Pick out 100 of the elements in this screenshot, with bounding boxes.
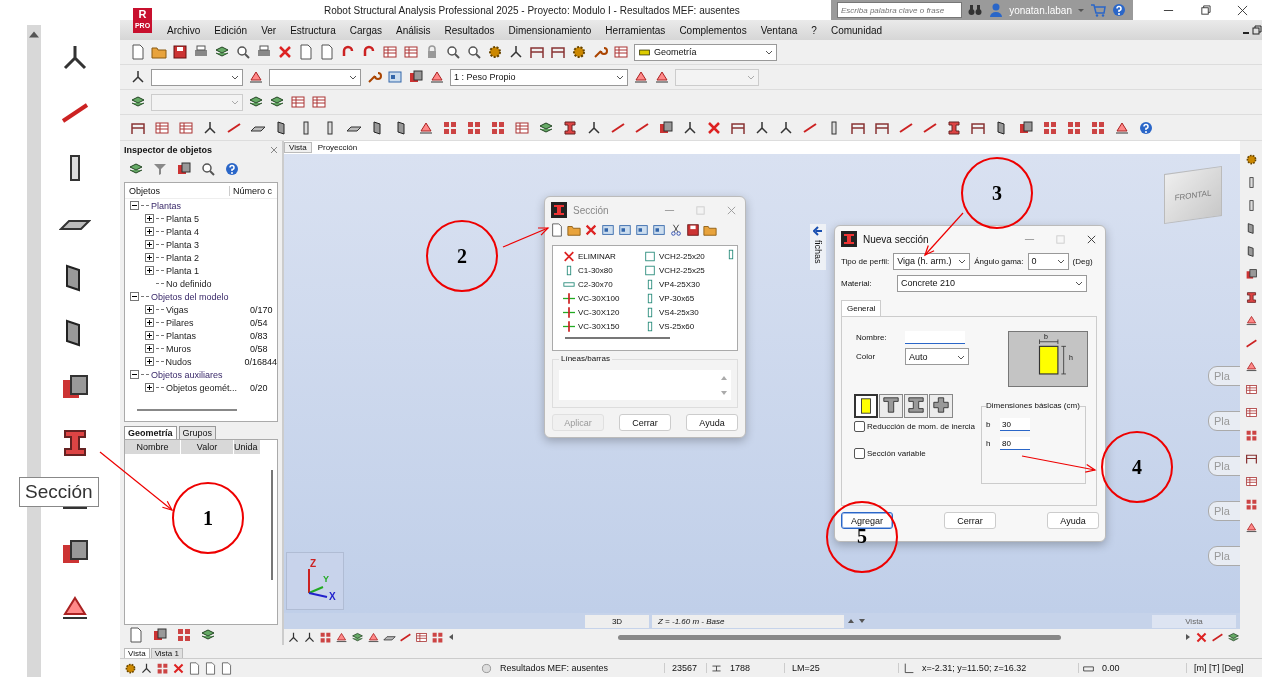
page-icon[interactable]	[188, 661, 201, 675]
frame-icon[interactable]	[529, 44, 545, 60]
scroll-right-icon[interactable]	[1184, 633, 1192, 641]
view-tab[interactable]: Proyección	[313, 143, 362, 152]
tree-item[interactable]: Planta 4	[166, 226, 250, 237]
menu-item[interactable]: ?	[804, 24, 824, 36]
help-icon[interactable]	[224, 161, 240, 177]
page-icon[interactable]	[298, 44, 314, 60]
material-select[interactable]: Concrete 210	[897, 274, 1087, 292]
table-icon[interactable]	[154, 119, 170, 136]
expand-icon[interactable]	[145, 240, 154, 249]
layers-icon[interactable]	[351, 630, 364, 644]
section-item[interactable]: VS-25x60	[659, 321, 695, 331]
checkbox-label[interactable]: Sección variable	[867, 449, 926, 458]
section-item[interactable]: C2-30x70	[578, 279, 613, 289]
section-item[interactable]: VC-30X150	[578, 321, 620, 331]
expand-icon[interactable]	[145, 214, 154, 223]
table-icon[interactable]	[1244, 475, 1258, 488]
beam-icon[interactable]	[1244, 337, 1258, 350]
section-item[interactable]: VP-30x65	[659, 293, 695, 303]
support-icon[interactable]	[633, 69, 649, 85]
folder-icon[interactable]	[567, 223, 581, 237]
magnifier-icon[interactable]	[445, 44, 461, 60]
grid-icon[interactable]	[442, 119, 458, 136]
binoculars-icon[interactable]	[967, 2, 984, 18]
scroll-left-icon[interactable]	[447, 633, 455, 641]
menu-item[interactable]: Dimensionamiento	[501, 24, 599, 36]
tree-item[interactable]: Objetos auxiliares	[151, 369, 223, 380]
tree-item[interactable]: Pilares	[166, 317, 250, 328]
ibeam-icon[interactable]	[1244, 291, 1258, 304]
close-icon[interactable]	[1086, 233, 1097, 245]
section-item[interactable]: VP4-25X30	[659, 279, 700, 289]
page-icon[interactable]	[128, 627, 144, 643]
expand-icon[interactable]	[145, 305, 154, 314]
support-icon[interactable]	[429, 69, 445, 85]
level-label[interactable]: Z = -1.60 m - Base	[652, 614, 844, 628]
page-icon[interactable]	[204, 661, 217, 675]
page-icon[interactable]	[220, 661, 233, 675]
profile-type-select[interactable]: Viga (h. arm.)	[893, 252, 971, 270]
column-header[interactable]: Objetos	[125, 185, 229, 196]
blocks-icon[interactable]	[176, 161, 192, 177]
support-icon[interactable]	[654, 69, 670, 85]
down-arrow-icon[interactable]	[858, 617, 866, 625]
node-icon[interactable]	[202, 119, 218, 136]
tree-item[interactable]: Planta 3	[166, 239, 250, 250]
scissors-icon[interactable]	[669, 223, 683, 237]
table-icon[interactable]	[290, 94, 306, 110]
menu-item[interactable]: Archivo	[160, 24, 208, 36]
blocks-icon[interactable]	[408, 69, 424, 85]
window-icon[interactable]	[601, 223, 615, 237]
blocks-icon[interactable]	[1018, 119, 1034, 136]
table-icon[interactable]	[311, 94, 327, 110]
table-icon[interactable]	[1244, 383, 1258, 396]
grid-icon[interactable]	[1244, 498, 1258, 511]
expand-icon[interactable]	[145, 383, 154, 392]
checkbox[interactable]	[854, 448, 865, 459]
scrollbar[interactable]	[271, 470, 273, 580]
name-field[interactable]	[905, 331, 965, 344]
frame-icon[interactable]	[550, 44, 566, 60]
window-icon[interactable]	[652, 223, 666, 237]
table-icon[interactable]	[1244, 406, 1258, 419]
table-icon[interactable]	[178, 119, 194, 136]
menu-item[interactable]: Complementos	[672, 24, 754, 36]
layers-icon[interactable]	[1227, 630, 1240, 644]
support-icon[interactable]	[1244, 314, 1258, 327]
scroll-up-icon[interactable]	[29, 31, 39, 38]
collapse-icon[interactable]	[130, 370, 139, 379]
panel-tab[interactable]: Grupos	[178, 426, 217, 439]
node-icon[interactable]	[682, 119, 698, 136]
menu-item[interactable]: Análisis	[389, 24, 438, 36]
tee-shape-button[interactable]	[879, 394, 903, 418]
dropdown[interactable]	[269, 68, 361, 86]
expand-icon[interactable]	[145, 227, 154, 236]
grid-icon[interactable]	[156, 661, 169, 675]
node-icon[interactable]	[287, 630, 300, 644]
column-header[interactable]: Nombre	[125, 440, 181, 454]
ibeam-icon[interactable]	[562, 119, 578, 136]
dropdown[interactable]	[151, 68, 243, 86]
table-icon[interactable]	[382, 44, 398, 60]
gear-icon[interactable]	[124, 661, 137, 675]
table-icon[interactable]	[415, 630, 428, 644]
support-icon[interactable]	[367, 630, 380, 644]
node-icon[interactable]	[778, 119, 794, 136]
menu-item[interactable]: Ver	[254, 24, 284, 36]
cross-icon[interactable]	[1195, 630, 1208, 644]
page-icon[interactable]	[319, 44, 335, 60]
frame-icon[interactable]	[1244, 452, 1258, 465]
restore-icon[interactable]	[1200, 4, 1211, 16]
view-select[interactable]: Geometría	[634, 43, 777, 61]
column-header[interactable]: Unida	[234, 440, 261, 454]
help-icon[interactable]	[1111, 2, 1127, 18]
support-icon[interactable]	[335, 630, 348, 644]
scrollbar[interactable]	[565, 337, 670, 340]
help-icon[interactable]	[1138, 119, 1154, 136]
gear-icon[interactable]	[487, 44, 503, 60]
tree-item[interactable]: Muros	[166, 343, 250, 354]
dialog-tab[interactable]: General	[841, 300, 882, 316]
table-icon[interactable]	[613, 44, 629, 60]
tree-item[interactable]: Vigas	[166, 304, 250, 315]
dimension-field[interactable]: 30	[1000, 418, 1030, 431]
